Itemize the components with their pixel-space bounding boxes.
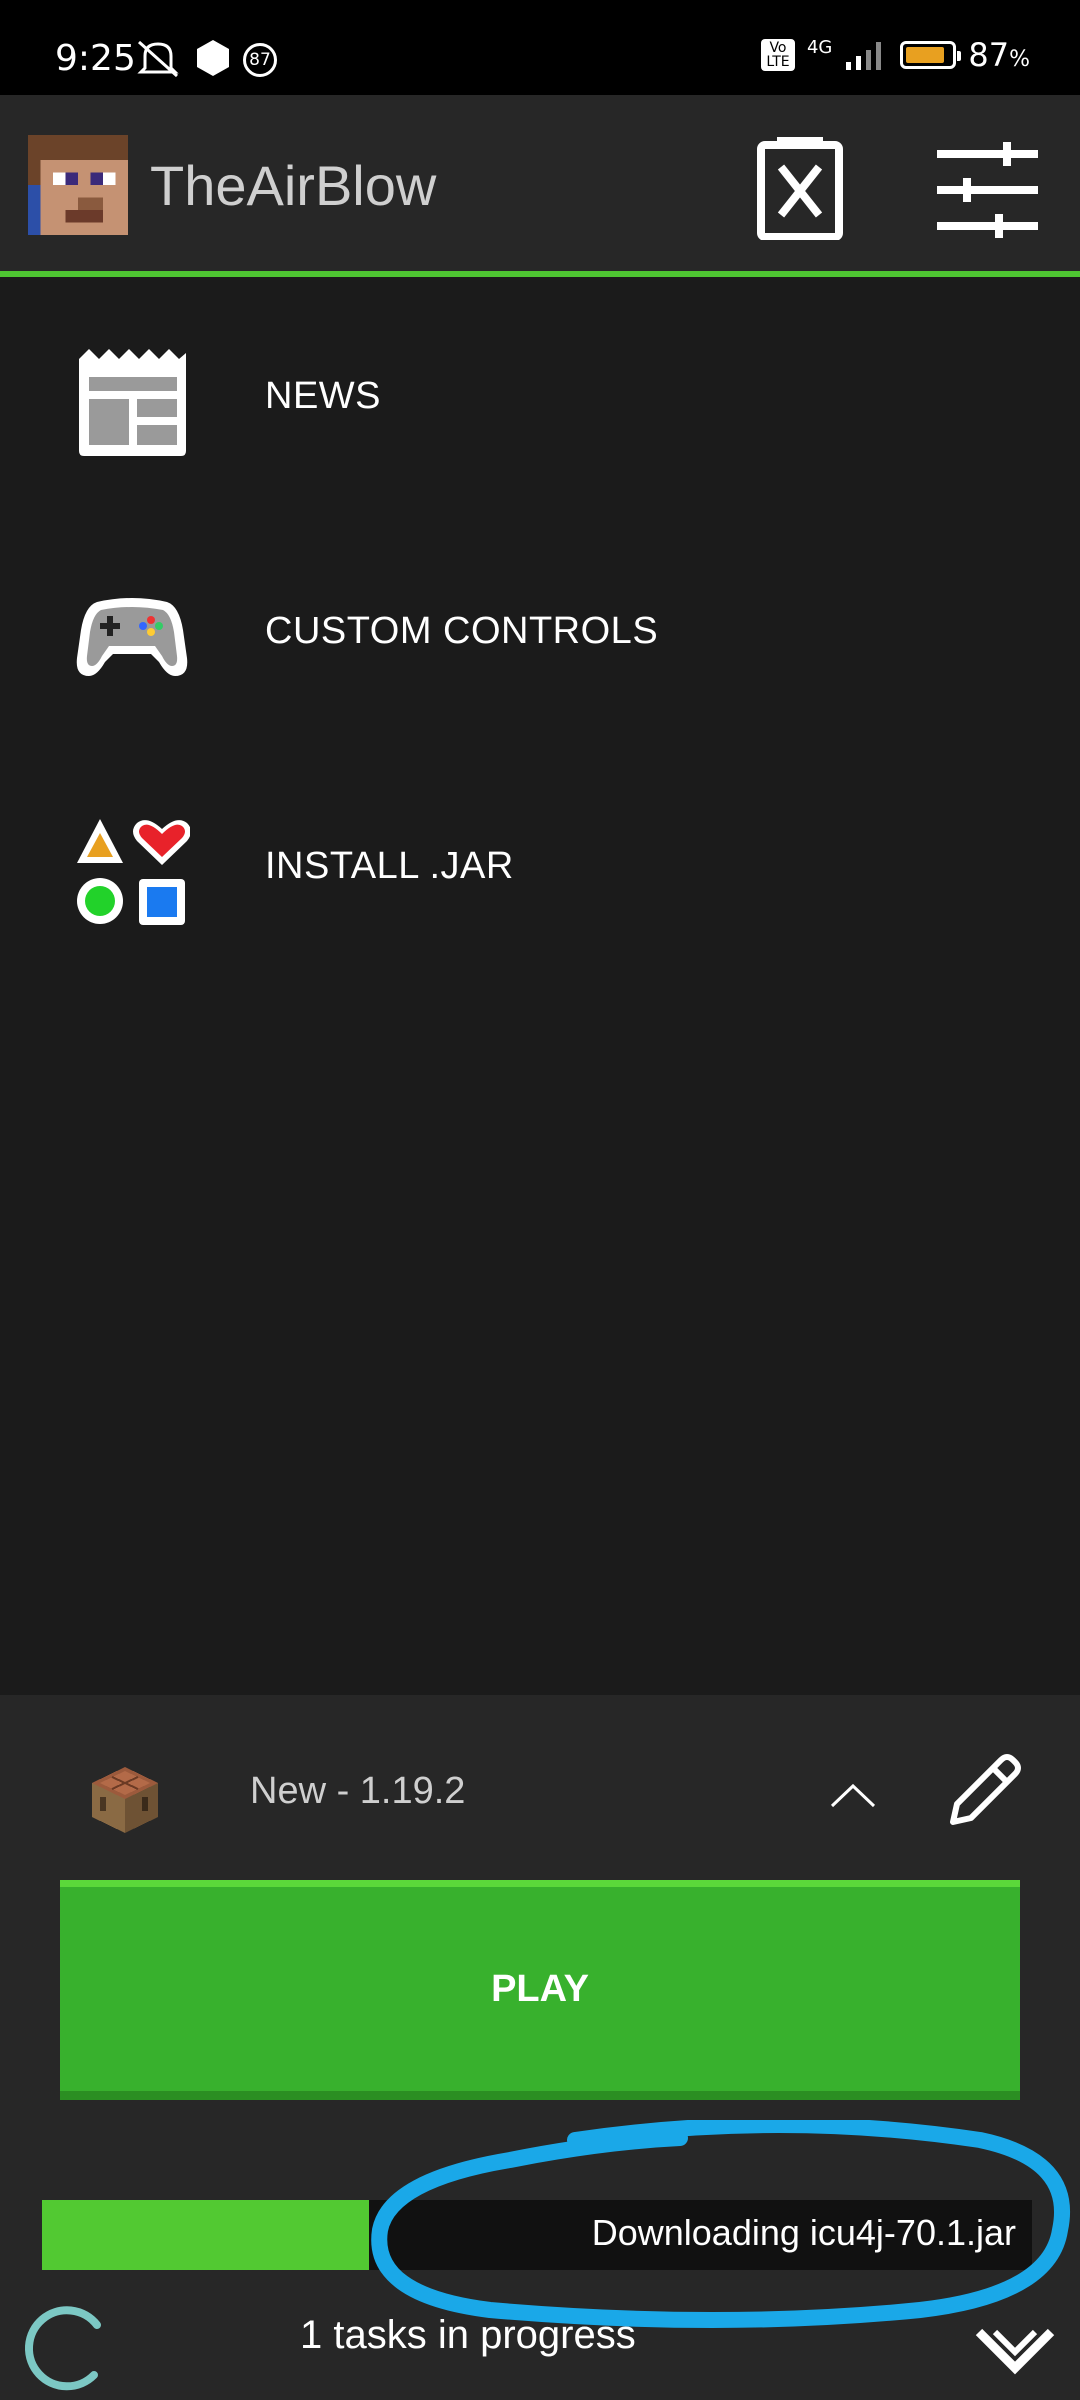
crafting-table-icon[interactable]	[90, 1765, 160, 1835]
menu-item-custom-controls[interactable]: CUSTOM CONTROLS	[0, 555, 1080, 715]
edit-pencil-button[interactable]	[945, 1750, 1025, 1830]
battery-icon	[900, 41, 962, 69]
app-header: TheAirBlow	[0, 95, 1080, 277]
menu-label-install-jar: INSTALL .JAR	[265, 845, 514, 887]
menu-label-custom-controls: CUSTOM CONTROLS	[265, 610, 659, 652]
menu-label-news: NEWS	[265, 375, 381, 417]
play-button-label: PLAY	[491, 1967, 589, 2010]
chevron-up-icon[interactable]	[828, 1780, 878, 1810]
status-time: 9:25	[55, 38, 136, 79]
network-type: 4G	[806, 36, 833, 58]
status-right-group: Vo LTE 4G 87%	[760, 36, 1030, 74]
menu-item-news[interactable]: NEWS	[0, 320, 1080, 480]
status-bar: 9:25 87 Vo LTE 4G 87%	[0, 0, 1080, 95]
download-progress-bar: Downloading icu4j-70.1.jar	[42, 2200, 1032, 2270]
newspaper-icon	[79, 349, 186, 456]
battery-percent: 87%	[968, 36, 1030, 74]
loading-spinner-icon	[25, 2306, 101, 2391]
hexagon-icon	[197, 40, 229, 76]
tasks-status: 1 tasks in progress	[300, 2313, 636, 2357]
chevron-down-icon[interactable]	[975, 2320, 1055, 2380]
username: TheAirBlow	[150, 154, 437, 217]
delete-button[interactable]	[755, 135, 845, 240]
menu-item-install-jar[interactable]: INSTALL .JAR	[0, 790, 1080, 950]
profile-name: New - 1.19.2	[250, 1770, 466, 1812]
signal-icon	[846, 42, 882, 70]
volte-icon: Vo LTE	[760, 39, 795, 71]
settings-sliders-button[interactable]	[935, 140, 1040, 240]
download-status-text: Downloading icu4j-70.1.jar	[591, 2212, 1016, 2253]
download-progress-fill	[42, 2200, 369, 2270]
battery-level-fill	[906, 47, 944, 63]
player-skin-avatar[interactable]	[28, 135, 128, 235]
shapes-icon	[77, 819, 190, 925]
launch-panel: New - 1.19.2 PLAY Downloading icu4j-70.1…	[0, 1695, 1080, 2400]
muted-bell-icon	[137, 40, 179, 78]
play-button[interactable]: PLAY	[60, 1880, 1020, 2100]
gamepad-icon	[76, 598, 188, 676]
notification-count-badge: 87	[243, 43, 277, 77]
